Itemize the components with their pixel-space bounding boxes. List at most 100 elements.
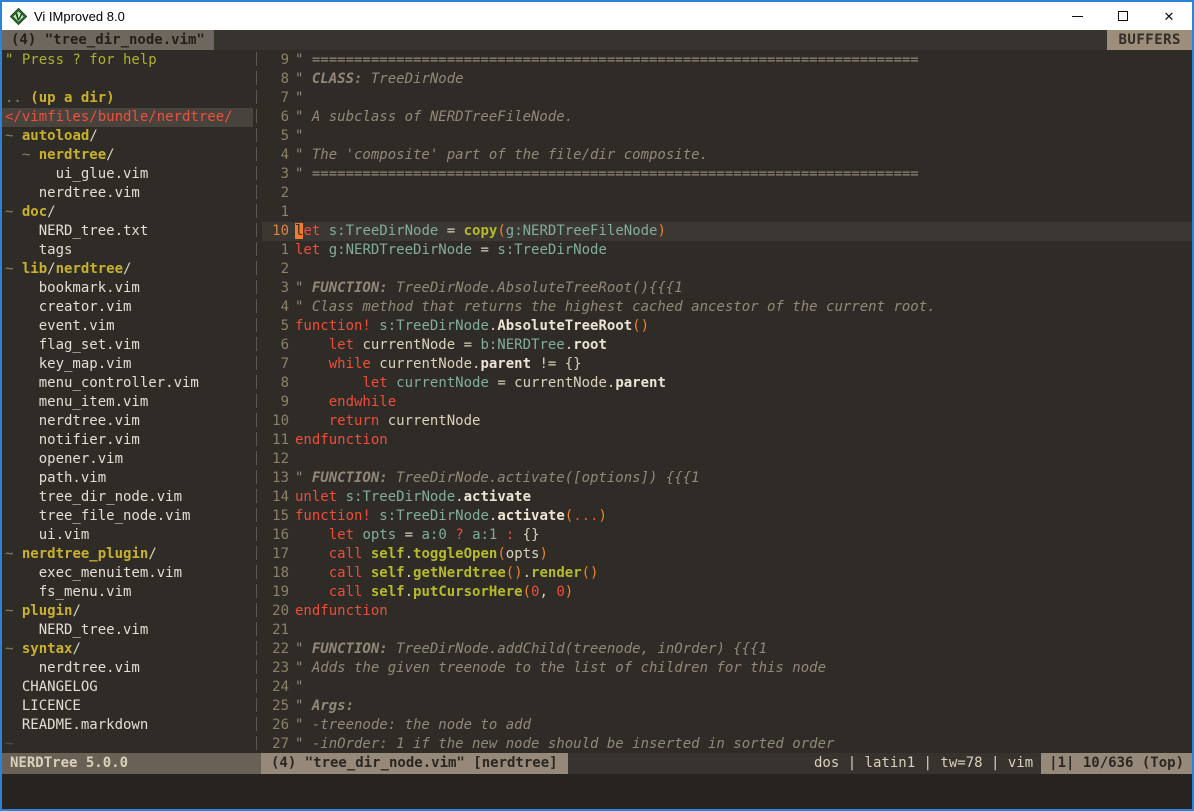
code-line[interactable]: 4" The 'composite' part of the file/dir …: [262, 146, 1192, 165]
tree-row-selected[interactable]: </vimfiles/bundle/nerdtree/: [2, 108, 253, 127]
code-line[interactable]: 1let g:NERDTreeDirNode = s:TreeDirNode: [262, 241, 1192, 260]
tree-row[interactable]: bookmark.vim: [2, 279, 253, 298]
code-line[interactable]: 24": [262, 678, 1192, 697]
editor-pane[interactable]: 9" =====================================…: [262, 50, 1192, 753]
code-line[interactable]: 23" Adds the given treenode to the list …: [262, 659, 1192, 678]
code-line[interactable]: 3" =====================================…: [262, 165, 1192, 184]
code-line[interactable]: 26" -treenode: the node to add: [262, 716, 1192, 735]
code-line[interactable]: 1: [262, 203, 1192, 222]
code-line[interactable]: 18 call self.getNerdtree().render(): [262, 564, 1192, 583]
code-line[interactable]: 6" A subclass of NERDTreeFileNode.: [262, 108, 1192, 127]
syntax-span: nerdtree: [56, 261, 123, 277]
tree-row[interactable]: " Press ? for help: [2, 51, 253, 70]
line-text: call self.toggleOpen(opts): [295, 545, 1192, 564]
tree-row[interactable]: notifier.vim: [2, 431, 253, 450]
syntax-span: ): [539, 546, 547, 562]
tree-row[interactable]: ~ lib/nerdtree/: [2, 260, 253, 279]
code-line[interactable]: 5function! s:TreeDirNode.AbsoluteTreeRoo…: [262, 317, 1192, 336]
syntax-span: toggleOpen: [413, 546, 497, 562]
tree-row[interactable]: CHANGELOG: [2, 678, 253, 697]
syntax-span: getNerdtree: [413, 565, 506, 581]
file-format-flags: dos | latin1 | tw=78 | vim: [814, 753, 1041, 774]
tree-row[interactable]: exec_menuitem.vim: [2, 564, 253, 583]
tree-row[interactable]: fs_menu.vim: [2, 583, 253, 602]
code-line[interactable]: 14unlet s:TreeDirNode.activate: [262, 488, 1192, 507]
code-line[interactable]: 20endfunction: [262, 602, 1192, 621]
tree-row[interactable]: nerdtree.vim: [2, 412, 253, 431]
code-line[interactable]: 12: [262, 450, 1192, 469]
tree-row[interactable]: key_map.vim: [2, 355, 253, 374]
tree-row[interactable]: opener.vim: [2, 450, 253, 469]
syntax-span: render: [531, 565, 582, 581]
tree-row[interactable]: tree_file_node.vim: [2, 507, 253, 526]
tree-row[interactable]: nerdtree.vim: [2, 659, 253, 678]
code-line[interactable]: 25" Args:: [262, 697, 1192, 716]
code-line[interactable]: 27" -inOrder: 1 if the new node should b…: [262, 735, 1192, 753]
code-line-current[interactable]: 10let s:TreeDirNode = copy(g:NERDTreeFil…: [262, 222, 1192, 241]
maximize-button[interactable]: [1100, 2, 1146, 30]
code-line[interactable]: 9" =====================================…: [262, 51, 1192, 70]
code-line[interactable]: 2: [262, 260, 1192, 279]
code-line[interactable]: 8 let currentNode = currentNode.parent: [262, 374, 1192, 393]
tree-row[interactable]: ~ plugin/: [2, 602, 253, 621]
tree-row[interactable]: ~ nerdtree_plugin/: [2, 545, 253, 564]
tree-row[interactable]: ~ nerdtree/: [2, 146, 253, 165]
tree-row[interactable]: ~ autoload/: [2, 127, 253, 146]
tab-tree-dir-node[interactable]: (4) "tree_dir_node.vim": [2, 30, 214, 50]
tree-row[interactable]: tree_dir_node.vim: [2, 488, 253, 507]
code-line[interactable]: 22" FUNCTION: TreeDirNode.addChild(treen…: [262, 640, 1192, 659]
line-number: 7: [265, 355, 289, 374]
code-line[interactable]: 4" Class method that returns the highest…: [262, 298, 1192, 317]
minimize-button[interactable]: [1054, 2, 1100, 30]
syntax-span: plugin: [22, 603, 73, 619]
code-line[interactable]: 7 while currentNode.parent != {}: [262, 355, 1192, 374]
code-line[interactable]: 16 let opts = a:0 ? a:1 : {}: [262, 526, 1192, 545]
line-number: 10: [265, 412, 289, 431]
close-button[interactable]: ✕: [1146, 2, 1192, 30]
tree-row[interactable]: ui.vim: [2, 526, 253, 545]
code-line[interactable]: 2: [262, 184, 1192, 203]
tree-row[interactable]: [2, 70, 253, 89]
tree-row[interactable]: ui_glue.vim: [2, 165, 253, 184]
tree-row[interactable]: README.markdown: [2, 716, 253, 735]
tree-row[interactable]: menu_item.vim: [2, 393, 253, 412]
tree-row[interactable]: creator.vim: [2, 298, 253, 317]
syntax-span: s:TreeDirNode: [379, 318, 489, 334]
code-line[interactable]: 3" FUNCTION: TreeDirNode.AbsoluteTreeRoo…: [262, 279, 1192, 298]
tree-row[interactable]: menu_controller.vim: [2, 374, 253, 393]
window-separator[interactable]: [253, 50, 262, 753]
tree-row[interactable]: NERD_tree.txt: [2, 222, 253, 241]
title-bar: Vi IMproved 8.0 ✕: [2, 2, 1192, 30]
code-line[interactable]: 9 endwhile: [262, 393, 1192, 412]
code-line[interactable]: 15function! s:TreeDirNode.activate(...): [262, 507, 1192, 526]
tree-row[interactable]: .. (up a dir): [2, 89, 253, 108]
line-text: " ======================================…: [295, 165, 1192, 184]
code-line[interactable]: 8" CLASS: TreeDirNode: [262, 70, 1192, 89]
syntax-span: tags: [5, 242, 72, 258]
tree-row[interactable]: NERD_tree.vim: [2, 621, 253, 640]
code-line[interactable]: 17 call self.toggleOpen(opts): [262, 545, 1192, 564]
tree-row[interactable]: ~ syntax/: [2, 640, 253, 659]
nerdtree-pane[interactable]: " Press ? for help .. (up a dir)</vimfile…: [2, 50, 253, 753]
tree-row[interactable]: flag_set.vim: [2, 336, 253, 355]
tree-row[interactable]: path.vim: [2, 469, 253, 488]
syntax-span: /: [47, 204, 55, 220]
tree-row[interactable]: nerdtree.vim: [2, 184, 253, 203]
tree-row[interactable]: ~: [2, 735, 253, 753]
code-line[interactable]: 21: [262, 621, 1192, 640]
code-line[interactable]: 13" FUNCTION: TreeDirNode.activate([opti…: [262, 469, 1192, 488]
code-line[interactable]: 7": [262, 89, 1192, 108]
code-line[interactable]: 19 call self.putCursorHere(0, 0): [262, 583, 1192, 602]
line-number: 14: [265, 488, 289, 507]
code-line[interactable]: 6 let currentNode = b:NERDTree.root: [262, 336, 1192, 355]
code-line[interactable]: 5": [262, 127, 1192, 146]
code-line[interactable]: 11endfunction: [262, 431, 1192, 450]
syntax-span: " Class method that returns the highest …: [295, 299, 936, 315]
code-line[interactable]: 10 return currentNode: [262, 412, 1192, 431]
tree-row[interactable]: event.vim: [2, 317, 253, 336]
tree-row[interactable]: tags: [2, 241, 253, 260]
syntax-span: self: [371, 565, 405, 581]
tree-row[interactable]: ~ doc/: [2, 203, 253, 222]
tree-row[interactable]: LICENCE: [2, 697, 253, 716]
syntax-span: /: [123, 261, 131, 277]
